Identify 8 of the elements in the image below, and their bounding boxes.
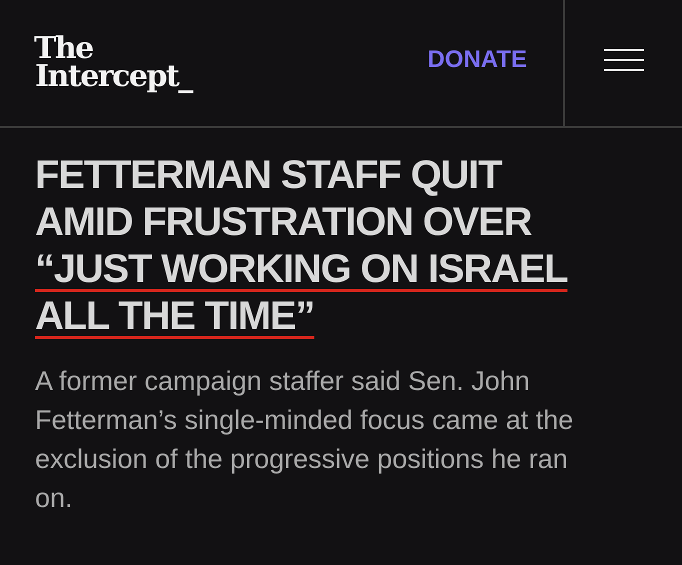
headline-line: AMID FRUSTRATION OVER xyxy=(35,199,532,246)
headline-line: ALL THE TIME” xyxy=(35,293,314,340)
menu-icon[interactable] xyxy=(604,49,644,71)
donate-link[interactable]: DONATE xyxy=(427,46,527,74)
headline-line: FETTERMAN STAFF QUIT xyxy=(35,152,502,199)
headline-line: “JUST WORKING ON ISRAEL xyxy=(35,246,568,293)
article-summary: A former campaign staffer said Sen. John Fetterman’s single-minded focus came at the exclusion of the progressive positions he ran on. xyxy=(35,365,574,515)
site-logo[interactable]: The Intercept_ xyxy=(0,35,192,91)
